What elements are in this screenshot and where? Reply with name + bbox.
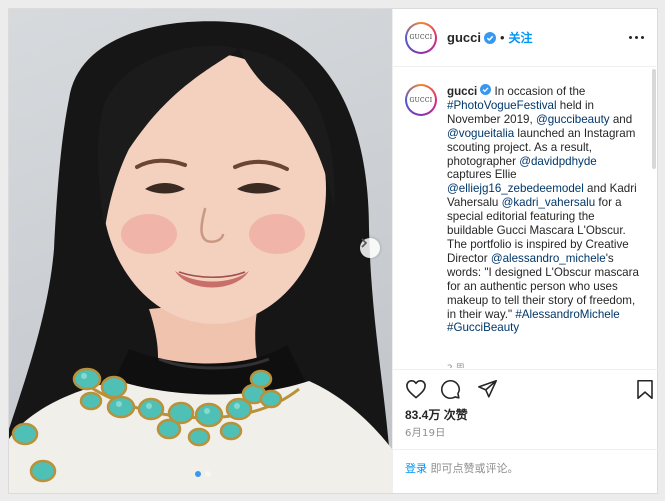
hashtag-guccibeauty[interactable]: #GucciBeauty: [447, 321, 519, 334]
post-photo[interactable]: [9, 9, 392, 493]
post-date[interactable]: 6月19日: [405, 424, 446, 439]
comment-icon[interactable]: [440, 379, 461, 404]
avatar[interactable]: GUCCI: [405, 21, 437, 54]
hashtag-photovoguefestival[interactable]: #PhotoVogueFestival: [447, 99, 557, 112]
caption-timestamp: 2 周: [447, 361, 465, 368]
mention-kadri-vahersalu[interactable]: @kadri_vahersalu: [502, 196, 596, 209]
paper-plane-icon[interactable]: [477, 379, 498, 403]
post-header: GUCCI gucci • 关注: [393, 9, 658, 67]
carousel-dot-active: [195, 471, 201, 477]
next-slide-button[interactable]: [360, 238, 380, 258]
heart-icon[interactable]: [405, 379, 427, 403]
login-link[interactable]: 登录: [405, 462, 427, 475]
caption-text: gucci In occasion of the #PhotoVogueFest…: [447, 84, 639, 335]
username-link[interactable]: gucci: [447, 30, 481, 45]
follow-button[interactable]: 关注: [509, 29, 533, 46]
avatar-logo: GUCCI: [407, 23, 435, 52]
post-side-panel: GUCCI gucci • 关注 GUCCI gucci In occasion…: [392, 9, 659, 493]
mention-elliejg16[interactable]: @elliejg16_zebedeemodel: [447, 182, 584, 195]
caption: GUCCI gucci In occasion of the #PhotoVog…: [405, 84, 639, 335]
mention-vogueitalia[interactable]: @vogueitalia: [447, 127, 514, 140]
caption-username-link[interactable]: gucci: [447, 85, 477, 98]
bookmark-icon[interactable]: [636, 379, 654, 404]
login-prompt: 登录 即可点赞或评论。: [393, 449, 659, 493]
action-bar: [393, 369, 659, 409]
hashtag-alessandromichele[interactable]: #AlessandroMichele: [515, 308, 619, 321]
caption-avatar-logo: GUCCI: [407, 86, 435, 114]
caption-avatar[interactable]: GUCCI: [405, 84, 437, 116]
caption-segment: and: [609, 112, 633, 126]
verified-badge-icon: [480, 84, 492, 95]
login-prompt-text: 即可点赞或评论。: [427, 462, 519, 475]
carousel-indicator: [195, 471, 211, 477]
mention-guccibeauty[interactable]: @guccibeauty: [536, 113, 610, 126]
comments-area[interactable]: GUCCI gucci In occasion of the #PhotoVog…: [393, 68, 659, 368]
like-count[interactable]: 83.4万 次赞: [405, 406, 468, 423]
mention-davidpdhyde[interactable]: @davidpdhyde: [519, 155, 597, 168]
caption-segment: In occasion of the: [491, 85, 586, 98]
instagram-post: GUCCI gucci • 关注 GUCCI gucci In occasion…: [8, 8, 659, 494]
portrait-illustration: [9, 21, 392, 493]
carousel-dot: [205, 471, 211, 477]
more-options-icon[interactable]: [629, 36, 644, 39]
comments-scrollbar[interactable]: [652, 69, 656, 169]
mention-alessandro-michele[interactable]: @alessandro_michele: [491, 252, 606, 265]
header-separator: •: [499, 30, 505, 45]
verified-badge-icon: [483, 31, 496, 44]
caption-segment: captures Ellie: [447, 168, 517, 182]
